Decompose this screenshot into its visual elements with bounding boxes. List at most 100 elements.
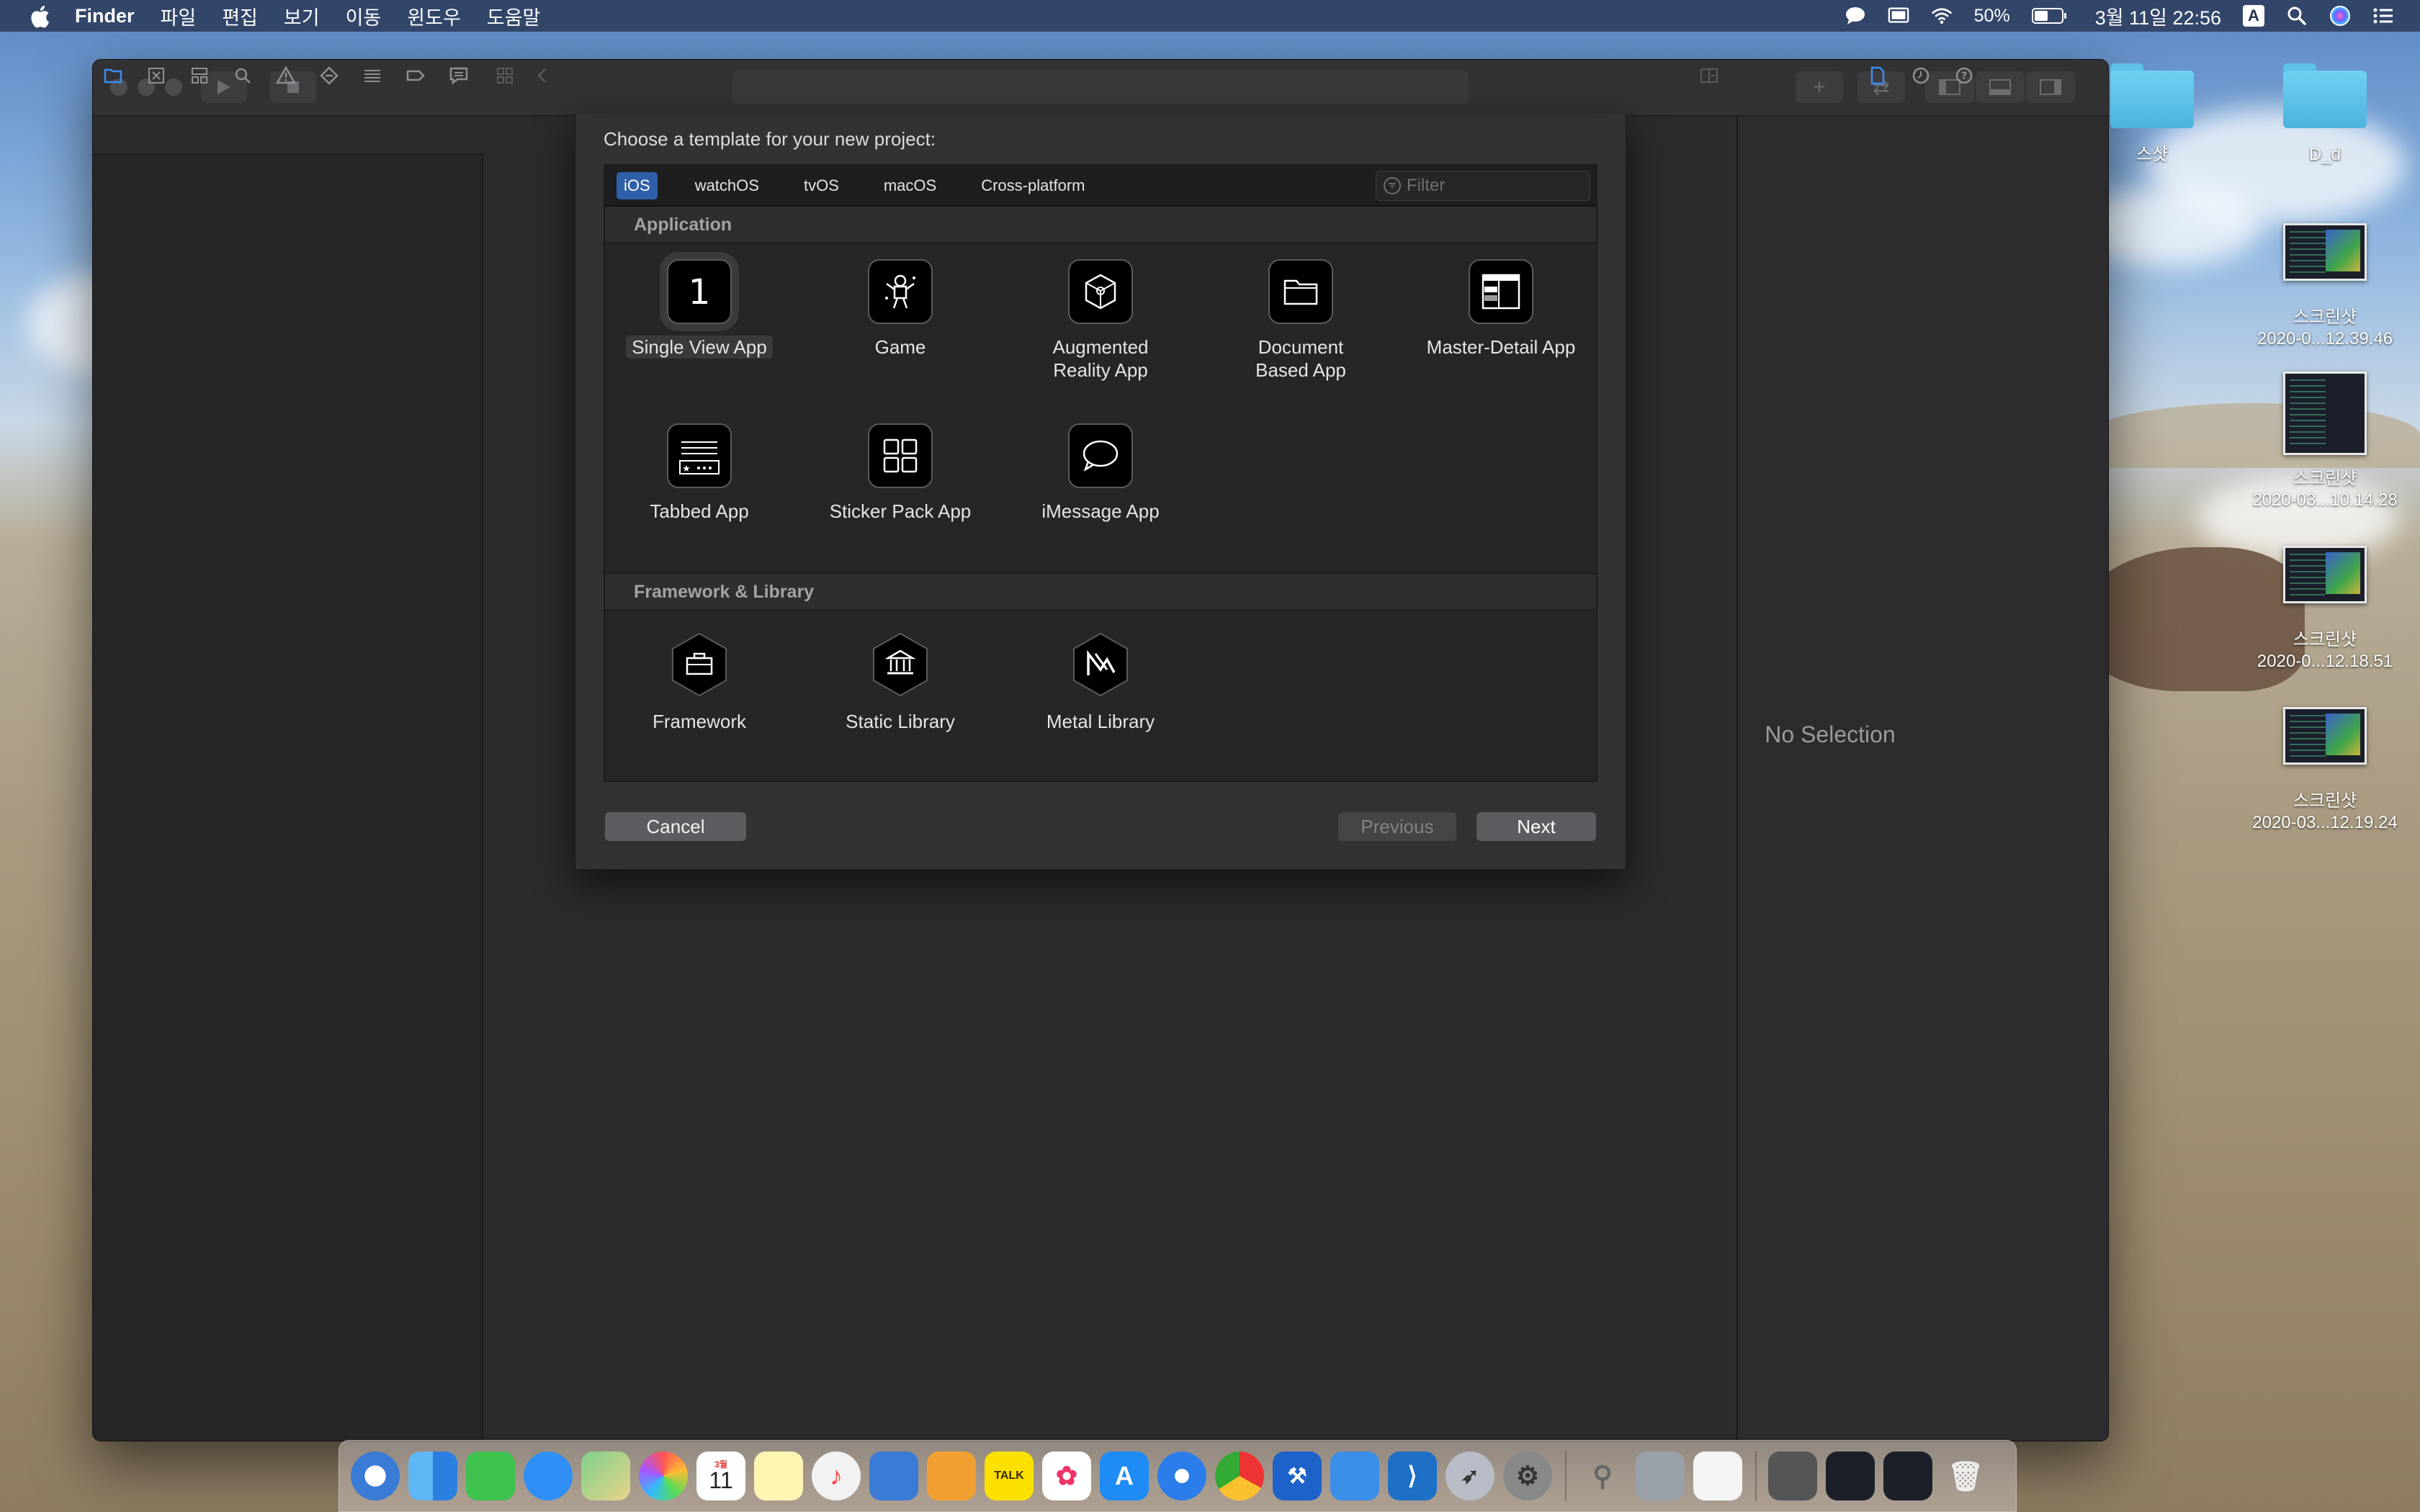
- apple-menu-icon[interactable]: [29, 4, 50, 28]
- dock-separator: [1565, 1451, 1567, 1501]
- template-imessage-app[interactable]: iMessage App: [1007, 423, 1194, 523]
- tab-macos[interactable]: macOS: [877, 172, 944, 199]
- pages-icon[interactable]: [927, 1452, 976, 1500]
- battery-icon[interactable]: [2031, 8, 2066, 24]
- template-single-view-app[interactable]: 1 Single View App: [606, 259, 793, 359]
- inspector-pane: [1736, 116, 2108, 1441]
- template-sticker-pack-app[interactable]: Sticker Pack App: [807, 423, 994, 523]
- display-icon[interactable]: [1888, 6, 1909, 26]
- messages-status-icon[interactable]: [1845, 6, 1866, 26]
- template-augmented-reality-app[interactable]: Augmented Reality App: [1007, 259, 1194, 382]
- history-inspector-icon[interactable]: [1909, 63, 1933, 88]
- symbol-navigator-icon[interactable]: [187, 63, 212, 88]
- app-store-icon[interactable]: A: [1100, 1452, 1149, 1500]
- tab-tvos[interactable]: tvOS: [797, 172, 846, 199]
- system-preferences-icon[interactable]: ⚙: [1503, 1452, 1552, 1500]
- quick-help-inspector-icon[interactable]: ?: [1952, 63, 1976, 88]
- notes-icon[interactable]: [754, 1452, 803, 1500]
- menu-app-name[interactable]: Finder: [75, 5, 135, 27]
- photos-icon[interactable]: [639, 1452, 688, 1500]
- find-navigator-icon[interactable]: [230, 63, 255, 88]
- report-navigator-icon[interactable]: [447, 63, 471, 88]
- spotlight-search-icon[interactable]: [2286, 6, 2308, 26]
- menu-view[interactable]: 보기: [284, 2, 320, 30]
- template-tabbed-app[interactable]: ★ Tabbed App: [606, 423, 793, 523]
- next-button[interactable]: Next: [1476, 812, 1596, 841]
- chrome-icon[interactable]: [1215, 1452, 1264, 1500]
- desktop-screenshot-thumbnail[interactable]: [2283, 546, 2367, 603]
- menu-bar: Finder 파일 편집 보기 이동 윈도우 도움말 50% 3월 11일 22…: [0, 0, 2420, 32]
- desktop-screenshot-thumbnail[interactable]: [2283, 707, 2367, 765]
- section-header-framework: Framework & Library: [605, 573, 1596, 611]
- related-items-icon[interactable]: [493, 63, 517, 88]
- tab-cross-platform[interactable]: Cross-platform: [974, 172, 1092, 199]
- siri-icon[interactable]: [2329, 6, 2351, 26]
- preview-icon[interactable]: [1693, 1452, 1742, 1500]
- safari-icon[interactable]: [351, 1452, 400, 1500]
- svg-text:★: ★: [682, 464, 691, 474]
- template-metal-library[interactable]: Metal Library: [1007, 631, 1194, 733]
- tab-watchos[interactable]: watchOS: [688, 172, 766, 199]
- breakpoint-navigator-icon[interactable]: [403, 63, 428, 88]
- kakaotalk-icon[interactable]: TALK: [985, 1452, 1034, 1500]
- xcode-icon[interactable]: ⚒: [1273, 1452, 1322, 1500]
- wifi-icon[interactable]: [1931, 6, 1953, 26]
- messages-icon[interactable]: [524, 1452, 573, 1500]
- menu-window[interactable]: 윈도우: [407, 2, 461, 30]
- keynote-icon[interactable]: [869, 1452, 918, 1500]
- facetime-icon[interactable]: [466, 1452, 515, 1500]
- source-control-navigator-icon[interactable]: [144, 63, 169, 88]
- library-button[interactable]: +: [1796, 71, 1843, 103]
- input-source-icon[interactable]: A: [2243, 5, 2264, 27]
- trash-icon[interactable]: 🗑: [1941, 1452, 1990, 1500]
- desktop-item-label: 스크린샷 2020-0...12.39.46: [2240, 307, 2410, 350]
- menu-extras: 50% 3월 11일 22:56 A: [1845, 0, 2394, 32]
- launchpad-icon[interactable]: ➶: [1446, 1452, 1494, 1500]
- cancel-button[interactable]: Cancel: [605, 812, 746, 841]
- archive-utility-icon[interactable]: ⚲: [1578, 1452, 1627, 1500]
- menu-edit[interactable]: 편집: [222, 2, 258, 30]
- menu-help[interactable]: 도움말: [487, 2, 541, 30]
- vscode-icon[interactable]: ⟩: [1388, 1452, 1437, 1500]
- template-label: Master-Detail App: [1426, 336, 1576, 358]
- template-static-library[interactable]: Static Library: [807, 631, 994, 733]
- project-navigator-icon[interactable]: [101, 63, 125, 88]
- toggle-inspector-button[interactable]: [2026, 71, 2075, 103]
- lotus-app-icon[interactable]: ✿: [1042, 1452, 1091, 1500]
- debug-navigator-icon[interactable]: [360, 63, 385, 88]
- file-inspector-icon[interactable]: [1865, 63, 1890, 88]
- desktop-folder[interactable]: [2283, 63, 2367, 128]
- add-editor-icon[interactable]: [1697, 63, 1721, 88]
- desktop-item-label-line1: 스크린샷: [2293, 630, 2357, 649]
- calendar-icon[interactable]: 3월 11: [696, 1452, 745, 1500]
- template-document-based-app[interactable]: Document Based App: [1207, 259, 1394, 382]
- back-chevron-icon[interactable]: [530, 63, 555, 88]
- toggle-debug-area-button[interactable]: [1976, 71, 2025, 103]
- previous-button[interactable]: Previous: [1338, 812, 1456, 841]
- downloads-stack-icon[interactable]: [1768, 1452, 1817, 1500]
- notification-center-icon[interactable]: [2372, 6, 2394, 26]
- issue-navigator-icon[interactable]: [274, 63, 298, 88]
- maps-icon[interactable]: [581, 1452, 630, 1500]
- recent-document-icon[interactable]: [1883, 1452, 1932, 1500]
- template-game[interactable]: Game: [807, 259, 994, 359]
- desktop-screenshot-thumbnail[interactable]: [2283, 223, 2367, 281]
- template-master-detail-app[interactable]: Master-Detail App: [1407, 259, 1595, 359]
- tab-ios[interactable]: iOS: [617, 171, 658, 199]
- menu-file[interactable]: 파일: [161, 2, 197, 30]
- simulator-icon[interactable]: [1330, 1452, 1379, 1500]
- menu-go[interactable]: 이동: [346, 2, 382, 30]
- template-framework[interactable]: Framework: [606, 631, 793, 733]
- recent-screenshot-icon[interactable]: [1826, 1452, 1875, 1500]
- finder-icon[interactable]: [408, 1452, 457, 1500]
- desktop-screenshot-thumbnail[interactable]: [2283, 372, 2367, 455]
- desktop-item-label: 스샷: [2136, 145, 2169, 164]
- filter-field[interactable]: Filter: [1376, 171, 1590, 201]
- music-icon[interactable]: ♪: [812, 1452, 861, 1500]
- disk-utility-icon[interactable]: [1636, 1452, 1685, 1500]
- safari-browser-icon[interactable]: [1157, 1452, 1206, 1500]
- desktop-folder[interactable]: [2110, 63, 2194, 128]
- single-view-icon: 1: [667, 259, 732, 324]
- menu-clock[interactable]: 3월 11일 22:56: [2095, 2, 2221, 30]
- test-navigator-icon[interactable]: [317, 63, 341, 88]
